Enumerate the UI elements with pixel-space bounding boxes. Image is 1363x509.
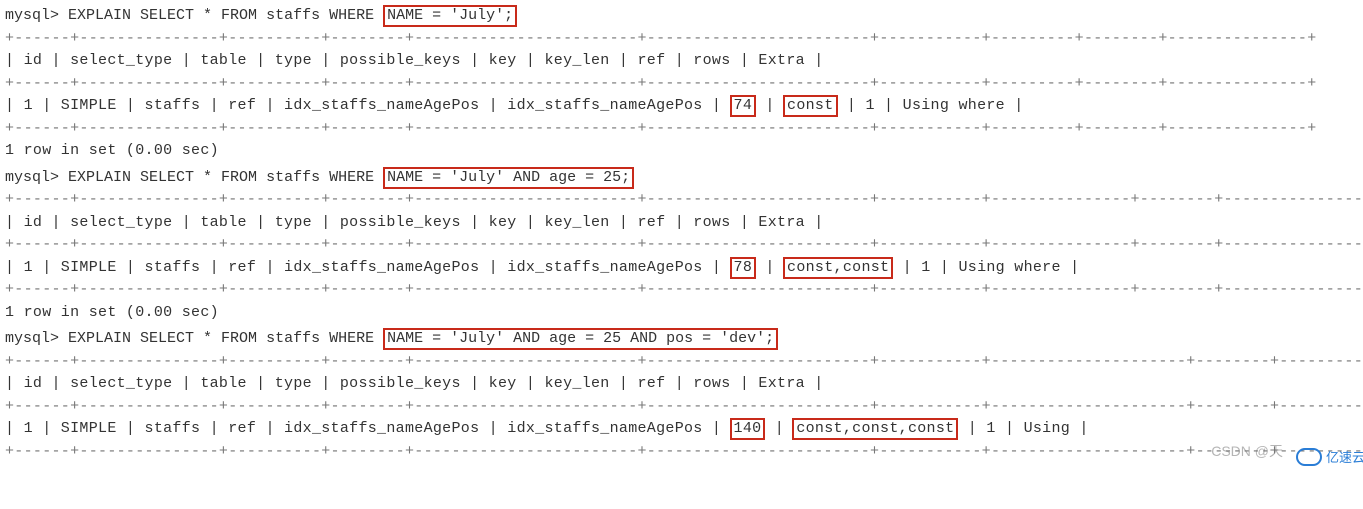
- table-row: | 1 | SIMPLE | staffs | ref | idx_staffs…: [5, 257, 1363, 280]
- where-clause-highlight: NAME = 'July' AND age = 25;: [383, 167, 634, 189]
- table-header: | id | select_type | table | type | poss…: [5, 50, 1363, 73]
- highlight-key_len: 74: [730, 95, 757, 117]
- highlight-ref: const,const,const: [792, 418, 958, 440]
- cloud-icon: [1296, 448, 1322, 466]
- table-border: +------+---------------+----------+-----…: [5, 28, 1363, 51]
- highlight-key_len: 78: [730, 257, 757, 279]
- where-clause-highlight: NAME = 'July' AND age = 25 AND pos = 'de…: [383, 328, 778, 350]
- query-prompt: mysql> EXPLAIN SELECT * FROM staffs WHER…: [5, 328, 1363, 351]
- stmt-prefix: EXPLAIN SELECT * FROM staffs WHERE: [68, 169, 374, 186]
- result-footer: 1 row in set (0.00 sec): [5, 302, 1363, 325]
- highlight-ref: const,const: [783, 257, 893, 279]
- table-border: +------+---------------+----------+-----…: [5, 351, 1363, 374]
- table-border: +------+---------------+----------+-----…: [5, 441, 1363, 464]
- highlight-ref: const: [783, 95, 838, 117]
- table-border: +------+---------------+----------+-----…: [5, 279, 1363, 302]
- stmt-prefix: EXPLAIN SELECT * FROM staffs WHERE: [68, 7, 374, 24]
- where-clause-highlight: NAME = 'July';: [383, 5, 517, 27]
- table-border: +------+---------------+----------+-----…: [5, 118, 1363, 141]
- csdn-watermark: CSDN @天: [1211, 441, 1283, 462]
- stmt-prefix: EXPLAIN SELECT * FROM staffs WHERE: [68, 330, 374, 347]
- highlight-key_len: 140: [730, 418, 766, 440]
- table-row: | 1 | SIMPLE | staffs | ref | idx_staffs…: [5, 95, 1363, 118]
- table-border: +------+---------------+----------+-----…: [5, 234, 1363, 257]
- mysql-prompt: mysql>: [5, 169, 59, 186]
- query-prompt: mysql> EXPLAIN SELECT * FROM staffs WHER…: [5, 167, 1363, 190]
- result-footer: 1 row in set (0.00 sec): [5, 140, 1363, 163]
- table-header: | id | select_type | table | type | poss…: [5, 373, 1363, 396]
- brand-logo: 亿速云: [1296, 448, 1363, 468]
- mysql-prompt: mysql>: [5, 330, 59, 347]
- query-prompt: mysql> EXPLAIN SELECT * FROM staffs WHER…: [5, 5, 1363, 28]
- table-border: +------+---------------+----------+-----…: [5, 396, 1363, 419]
- table-border: +------+---------------+----------+-----…: [5, 73, 1363, 96]
- brand-text: 亿速云: [1326, 448, 1363, 468]
- table-header: | id | select_type | table | type | poss…: [5, 212, 1363, 235]
- table-row: | 1 | SIMPLE | staffs | ref | idx_staffs…: [5, 418, 1363, 441]
- mysql-prompt: mysql>: [5, 7, 59, 24]
- table-border: +------+---------------+----------+-----…: [5, 189, 1363, 212]
